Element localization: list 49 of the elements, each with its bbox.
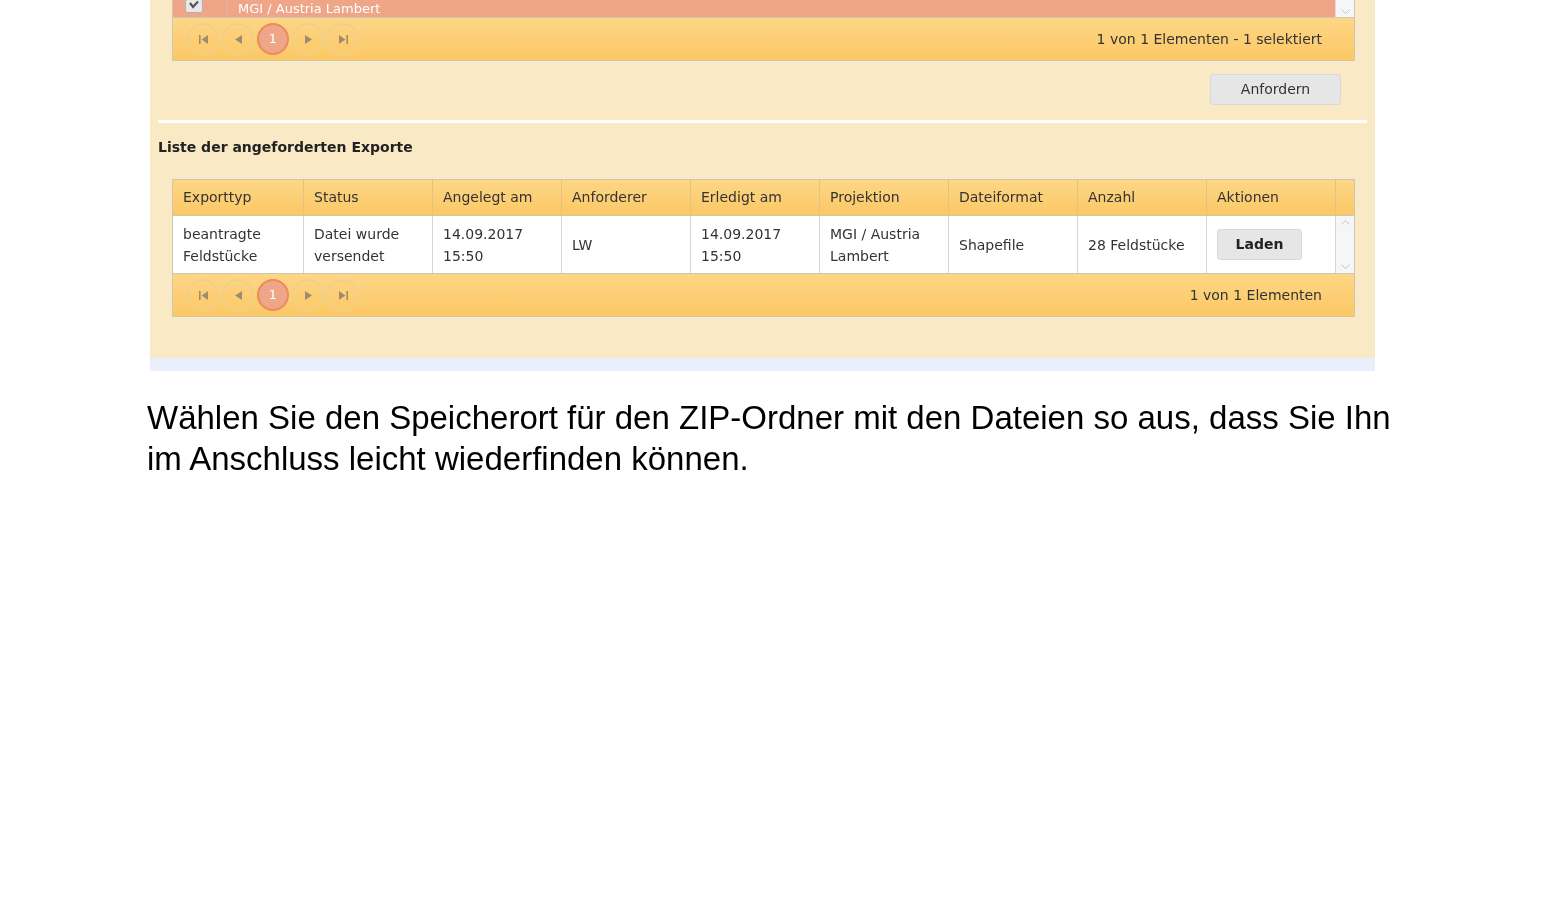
last-page-button[interactable] (327, 279, 359, 311)
table-cell-text: MGI / Austria Lambert (830, 224, 922, 266)
column-header: Dateiformat (949, 180, 1078, 215)
last-page-icon (338, 34, 348, 44)
previous-page-button[interactable] (222, 279, 254, 311)
previous-page-button[interactable] (222, 23, 254, 55)
column-header: Projektion (820, 180, 949, 215)
table-row[interactable]: MGI / Austria Lambert (172, 0, 1355, 17)
next-page-button[interactable] (292, 23, 324, 55)
table-cell-text: MGI / Austria Lambert (237, 0, 382, 17)
first-page-button[interactable] (187, 279, 219, 311)
table-cell-text: 14.09.2017 15:50 (443, 224, 525, 266)
first-page-icon (198, 34, 208, 44)
table-cell-text: 28 Feldstücke (1088, 235, 1185, 255)
load-button[interactable]: Laden (1217, 229, 1302, 260)
scroll-up-icon (1340, 220, 1350, 225)
pager-summary: 1 von 1 Elementen (1189, 285, 1322, 305)
section-title: Liste der angeforderten Exporte (158, 138, 414, 157)
table-cell-text: Datei wurde versendet (314, 224, 401, 266)
table-cell-text: Shapefile (959, 235, 1025, 255)
next-page-icon (304, 290, 312, 300)
request-button[interactable]: Anfordern (1210, 74, 1341, 105)
next-page-icon (304, 34, 312, 44)
next-page-button[interactable] (292, 279, 324, 311)
table-cell-text: beantragte Feldstücke (183, 224, 262, 266)
page-button[interactable]: 1 (257, 23, 289, 55)
scroll-down-icon (1340, 9, 1350, 14)
previous-page-icon (234, 290, 242, 300)
previous-page-icon (234, 34, 242, 44)
last-page-button[interactable] (327, 23, 359, 55)
column-header: Anzahl (1078, 180, 1207, 215)
column-header: Erledigt am (691, 180, 820, 215)
checkbox[interactable] (185, 0, 203, 13)
first-page-button[interactable] (187, 23, 219, 55)
last-page-icon (338, 290, 348, 300)
pager-summary: 1 von 1 Elementen - 1 selektiert (1096, 29, 1322, 49)
table-cell-text: LW (572, 235, 593, 255)
column-header: Angelegt am (433, 180, 562, 215)
scrollbar[interactable] (1336, 216, 1354, 273)
column-header: Status (304, 180, 433, 215)
column-header: Exporttyp (173, 180, 304, 215)
first-page-icon (198, 290, 208, 300)
scroll-down-icon (1340, 264, 1350, 269)
column-header: Anforderer (562, 180, 691, 215)
page-button[interactable]: 1 (257, 279, 289, 311)
column-header: Aktionen (1207, 180, 1336, 215)
scrollbar[interactable] (1335, 0, 1354, 17)
table-cell-text: 14.09.2017 15:50 (701, 224, 783, 266)
instruction-text: Wählen Sie den Speicherort für den ZIP-Ordner mit den Dateien so aus, dass Sie Ihn im Anschluss leicht wiederfinden können. (147, 398, 1392, 479)
